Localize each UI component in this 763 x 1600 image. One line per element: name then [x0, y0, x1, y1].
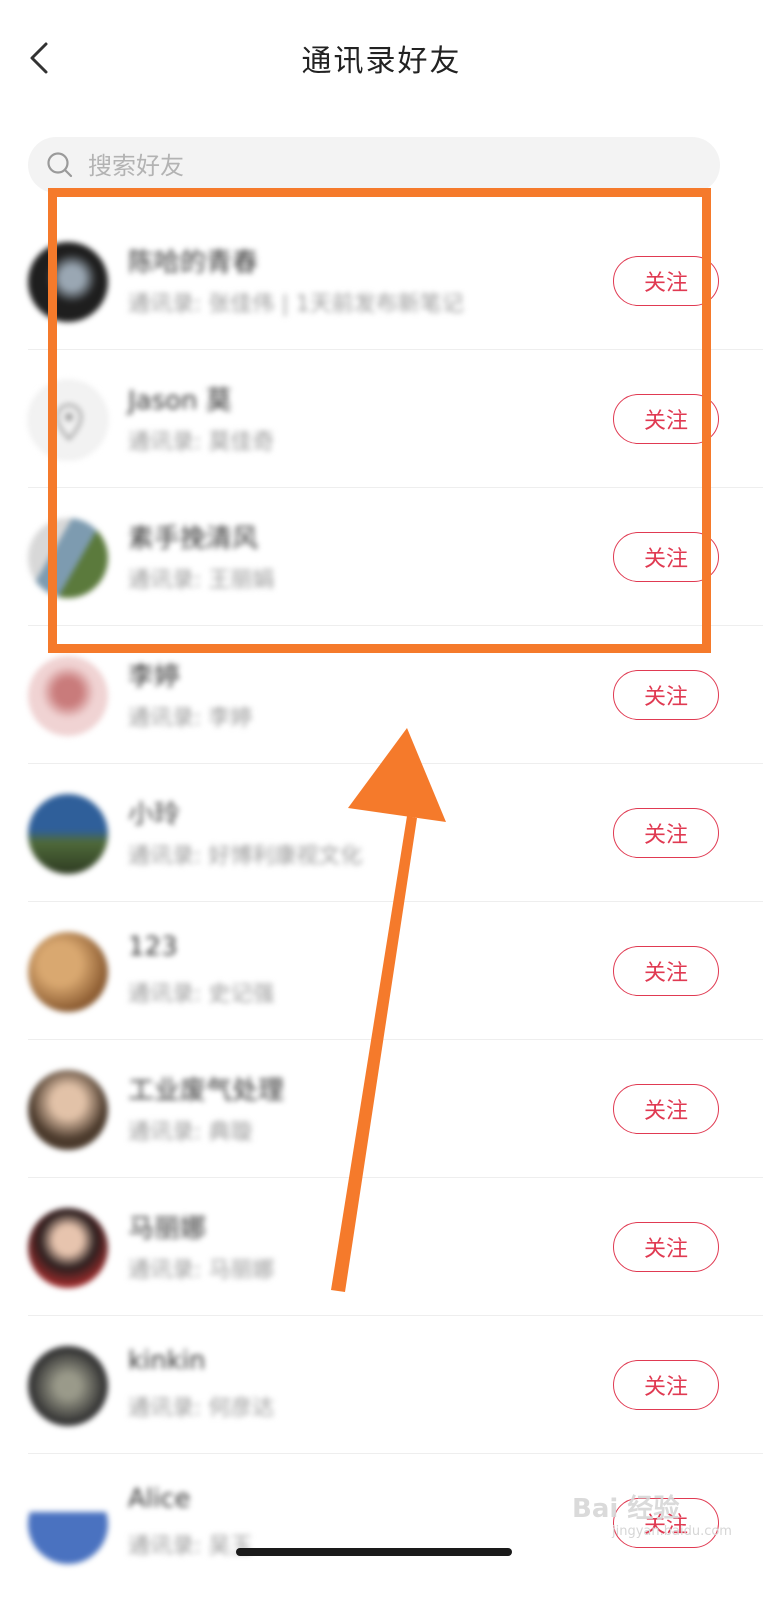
avatar[interactable] — [28, 518, 108, 598]
avatar[interactable] — [28, 242, 108, 322]
list-item: 李婷 通讯录: 李婷 关注 — [0, 626, 763, 764]
watermark-url: jingyan.baidu.com — [612, 1524, 732, 1539]
avatar[interactable] — [28, 656, 108, 736]
contact-source: 通讯录: 马丽娜 — [128, 1258, 275, 1283]
page-title: 通讯录好友 — [301, 44, 462, 79]
contact-name[interactable]: 陈哈的青春 — [128, 242, 258, 279]
list-item: 小玲 通讯录: 好博利康视文化 关注 — [0, 764, 763, 902]
contact-name[interactable]: 小玲 — [128, 794, 180, 831]
contact-name[interactable]: kinkin — [128, 1346, 206, 1376]
contact-source: 通讯录: 何彦达 — [128, 1396, 275, 1421]
avatar[interactable] — [28, 1346, 108, 1426]
contact-source: 通讯录: 吴玉 — [128, 1534, 253, 1559]
contact-source: 通讯录: 典璇 — [128, 1120, 253, 1145]
avatar[interactable] — [28, 380, 108, 460]
contact-name[interactable]: 素手挽清风 — [128, 518, 258, 555]
list-item: 工业废气处理 通讯录: 典璇 关注 — [0, 1040, 763, 1178]
follow-button[interactable]: 关注 — [613, 946, 719, 996]
list-item: 马丽娜 通讯录: 马丽娜 关注 — [0, 1178, 763, 1316]
contact-name[interactable]: 马丽娜 — [128, 1208, 206, 1245]
list-item: kinkin 通讯录: 何彦达 关注 — [0, 1316, 763, 1454]
watermark-logo: Bai 经验 — [572, 1494, 680, 1524]
follow-button[interactable]: 关注 — [613, 670, 719, 720]
list-item: 素手挽清风 通讯录: 王丽娟 关注 — [0, 488, 763, 626]
contact-source: 通讯录: 好博利康视文化 — [128, 844, 363, 869]
avatar[interactable] — [28, 1070, 108, 1150]
list-item: 123 通讯录: 史记强 关注 — [0, 902, 763, 1040]
follow-button[interactable]: 关注 — [613, 394, 719, 444]
search-icon — [47, 152, 73, 178]
search-input[interactable] — [86, 137, 690, 195]
header: 通讯录好友 — [0, 0, 763, 120]
follow-button[interactable]: 关注 — [613, 1222, 719, 1272]
contact-list: 陈哈的青春 通讯录: 张佳伟 | 1天前发布新笔记 关注 Jason 莫 通讯录… — [0, 212, 763, 1592]
contact-source: 通讯录: 王丽娟 — [128, 568, 275, 593]
contact-name[interactable]: 李婷 — [128, 656, 180, 693]
home-indicator[interactable] — [236, 1548, 512, 1556]
avatar[interactable] — [28, 932, 108, 1012]
contact-name[interactable]: 123 — [128, 932, 178, 962]
follow-button[interactable]: 关注 — [613, 1084, 719, 1134]
avatar[interactable] — [28, 1208, 108, 1288]
follow-button[interactable]: 关注 — [613, 1360, 719, 1410]
contact-source: 通讯录: 莫佳奇 — [128, 430, 275, 455]
contact-name[interactable]: Alice — [128, 1484, 191, 1514]
contact-source: 通讯录: 史记强 — [128, 982, 275, 1007]
follow-button[interactable]: 关注 — [613, 256, 719, 306]
follow-button[interactable]: 关注 — [613, 532, 719, 582]
list-item: Jason 莫 通讯录: 莫佳奇 关注 — [0, 350, 763, 488]
location-pin-icon — [55, 403, 83, 441]
search-bar[interactable] — [28, 137, 720, 195]
contact-source: 通讯录: 张佳伟 | 1天前发布新笔记 — [128, 292, 464, 317]
contact-name[interactable]: Jason 莫 — [128, 380, 232, 417]
avatar[interactable] — [28, 794, 108, 874]
contact-name[interactable]: 工业废气处理 — [128, 1070, 284, 1107]
contact-source: 通讯录: 李婷 — [128, 706, 253, 731]
avatar[interactable] — [28, 1484, 108, 1564]
list-item: 陈哈的青春 通讯录: 张佳伟 | 1天前发布新笔记 关注 — [0, 212, 763, 350]
follow-button[interactable]: 关注 — [613, 808, 719, 858]
